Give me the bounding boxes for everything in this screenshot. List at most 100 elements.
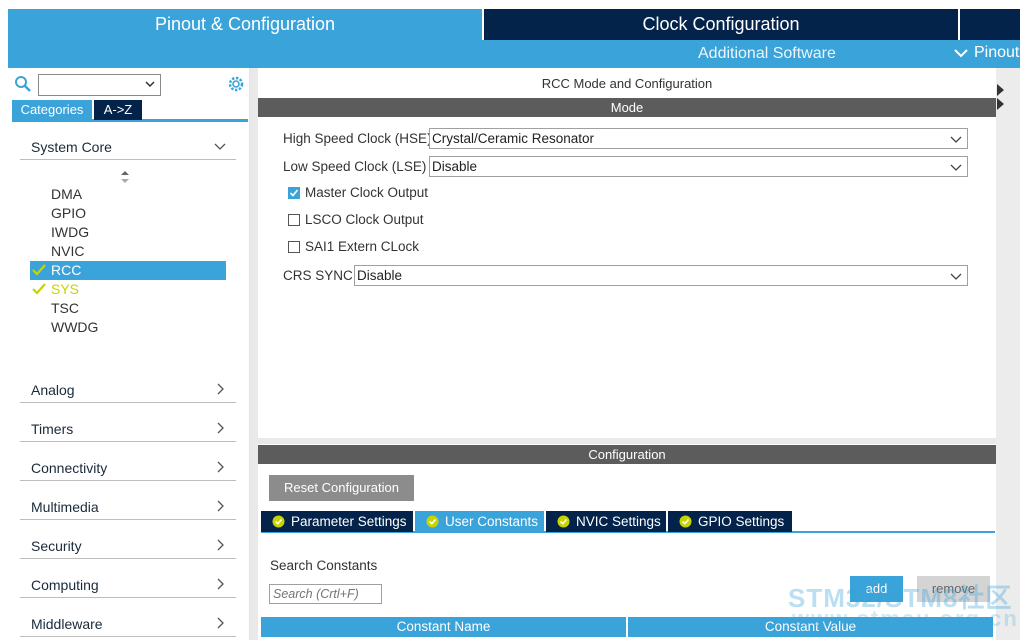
group-label: Analog <box>31 382 75 398</box>
watermark-url: www.stmcu.org.cn <box>792 606 1019 631</box>
reset-configuration-button[interactable]: Reset Configuration <box>269 475 414 501</box>
group-label: Computing <box>31 577 99 593</box>
chevron-right-icon <box>217 578 224 590</box>
collapse-arrow-icon[interactable] <box>997 82 1005 110</box>
item-label: RCC <box>51 262 82 278</box>
chevron-down-icon <box>950 136 962 143</box>
chevron-down-icon <box>214 143 226 150</box>
tab-clock-configuration[interactable]: Clock Configuration <box>484 9 958 40</box>
sai1-checkbox[interactable] <box>288 241 300 253</box>
configuration-header: Configuration <box>258 445 996 464</box>
group-connectivity[interactable]: Connectivity <box>20 455 236 481</box>
sai1-label: SAI1 Extern CLock <box>305 239 420 254</box>
chevron-down-icon <box>145 81 155 88</box>
tab-user-constants[interactable]: User Constants <box>415 511 544 532</box>
check-circle-icon <box>679 515 692 528</box>
lse-label: Low Speed Clock (LSE) <box>283 159 427 174</box>
search-icon[interactable] <box>14 75 32 93</box>
tab-gpio-settings[interactable]: GPIO Settings <box>668 511 792 532</box>
chevron-down-icon <box>950 164 962 171</box>
list-item-dma[interactable]: DMA <box>30 185 226 204</box>
item-label: TSC <box>51 300 79 316</box>
hse-select-value: Crystal/Ceramic Resonator <box>432 131 595 146</box>
group-timers[interactable]: Timers <box>20 416 236 442</box>
sub-tab-bar: Additional Software Pinout <box>8 40 1020 68</box>
group-computing[interactable]: Computing <box>20 572 236 598</box>
column-constant-name[interactable]: Constant Name <box>261 617 626 637</box>
list-item-nvic[interactable]: NVIC <box>30 242 226 261</box>
check-circle-icon <box>272 515 285 528</box>
list-item-sys[interactable]: SYS <box>30 280 226 299</box>
hse-select[interactable]: Crystal/Ceramic Resonator <box>429 128 968 149</box>
list-item-rcc[interactable]: RCC <box>30 261 226 280</box>
mco-label: Master Clock Output <box>305 185 429 200</box>
lsco-checkbox[interactable] <box>288 214 300 226</box>
lse-row: Low Speed Clock (LSE) Disable <box>283 156 973 178</box>
item-label: IWDG <box>51 224 90 240</box>
search-constants-input[interactable] <box>269 584 382 604</box>
tab-nvic-settings[interactable]: NVIC Settings <box>546 511 666 532</box>
lse-select-value: Disable <box>432 159 478 174</box>
chevron-down-icon <box>950 273 962 280</box>
crs-select-value: Disable <box>357 268 403 283</box>
group-security[interactable]: Security <box>20 533 236 559</box>
sidebar-search-row <box>14 74 246 96</box>
rcc-mode-panel: RCC Mode and Configuration Mode High Spe… <box>258 68 996 438</box>
chevron-right-icon <box>217 383 224 395</box>
mode-header: Mode <box>258 98 996 117</box>
item-label: WWDG <box>51 319 99 335</box>
list-item-wwdg[interactable]: WWDG <box>30 318 226 337</box>
tab-parameter-settings[interactable]: Parameter Settings <box>261 511 413 532</box>
tab-a-z[interactable]: A->Z <box>94 100 142 120</box>
group-label: Middleware <box>31 616 103 632</box>
tab-pinout-configuration[interactable]: Pinout & Configuration <box>8 9 482 40</box>
panel-title: RCC Mode and Configuration <box>541 76 713 91</box>
crs-row: CRS SYNC Disable <box>283 265 973 287</box>
search-constants-label: Search Constants <box>270 558 378 573</box>
search-combo[interactable] <box>38 74 161 96</box>
list-item-gpio[interactable]: GPIO <box>30 204 226 223</box>
group-multimedia[interactable]: Multimedia <box>20 494 236 520</box>
item-label: NVIC <box>51 243 85 259</box>
group-system-core[interactable]: System Core <box>20 134 236 160</box>
tab-label: User Constants <box>445 514 539 529</box>
list-item-tsc[interactable]: TSC <box>30 299 226 318</box>
lsco-label: LSCO Clock Output <box>305 212 424 227</box>
chevron-right-icon <box>217 461 224 473</box>
hse-label: High Speed Clock (HSE) <box>283 131 432 146</box>
chevron-down-icon <box>954 49 968 58</box>
group-label: Connectivity <box>31 460 108 476</box>
gear-icon[interactable] <box>226 74 246 94</box>
lse-select[interactable]: Disable <box>429 156 968 177</box>
group-label: Timers <box>31 421 74 437</box>
check-icon <box>32 264 46 276</box>
group-middleware[interactable]: Middleware <box>20 611 236 637</box>
tab-categories[interactable]: Categories <box>12 100 92 120</box>
check-icon <box>32 283 46 295</box>
top-tab-bar: Pinout & Configuration Clock Configurati… <box>0 0 1020 40</box>
crs-select[interactable]: Disable <box>354 265 968 286</box>
check-icon <box>289 189 299 197</box>
tab-extra[interactable] <box>960 9 1020 40</box>
mco-checkbox[interactable] <box>288 187 300 199</box>
group-label: System Core <box>31 139 112 155</box>
category-sidebar: Categories A->Z System Core DMA GPIO IWD… <box>8 68 250 640</box>
item-label: SYS <box>51 281 80 297</box>
chevron-right-icon <box>217 500 224 512</box>
list-item-iwdg[interactable]: IWDG <box>30 223 226 242</box>
tab-label: Parameter Settings <box>291 514 407 529</box>
hse-row: High Speed Clock (HSE) Crystal/Ceramic R… <box>283 128 973 150</box>
check-circle-icon <box>426 515 439 528</box>
group-label: Security <box>31 538 82 554</box>
check-circle-icon <box>557 515 570 528</box>
pinout-menu-label: Pinout <box>974 44 1020 61</box>
pinout-menu[interactable]: Pinout <box>954 44 1019 62</box>
group-analog[interactable]: Analog <box>20 377 236 403</box>
category-tabs: Categories A->Z <box>12 100 248 122</box>
right-collapse-strip <box>996 68 1020 640</box>
tab-label: GPIO Settings <box>698 514 785 529</box>
additional-software-link[interactable]: Additional Software <box>698 45 836 63</box>
item-label: GPIO <box>51 205 87 221</box>
sort-icon[interactable] <box>120 170 130 184</box>
chevron-right-icon <box>217 422 224 434</box>
